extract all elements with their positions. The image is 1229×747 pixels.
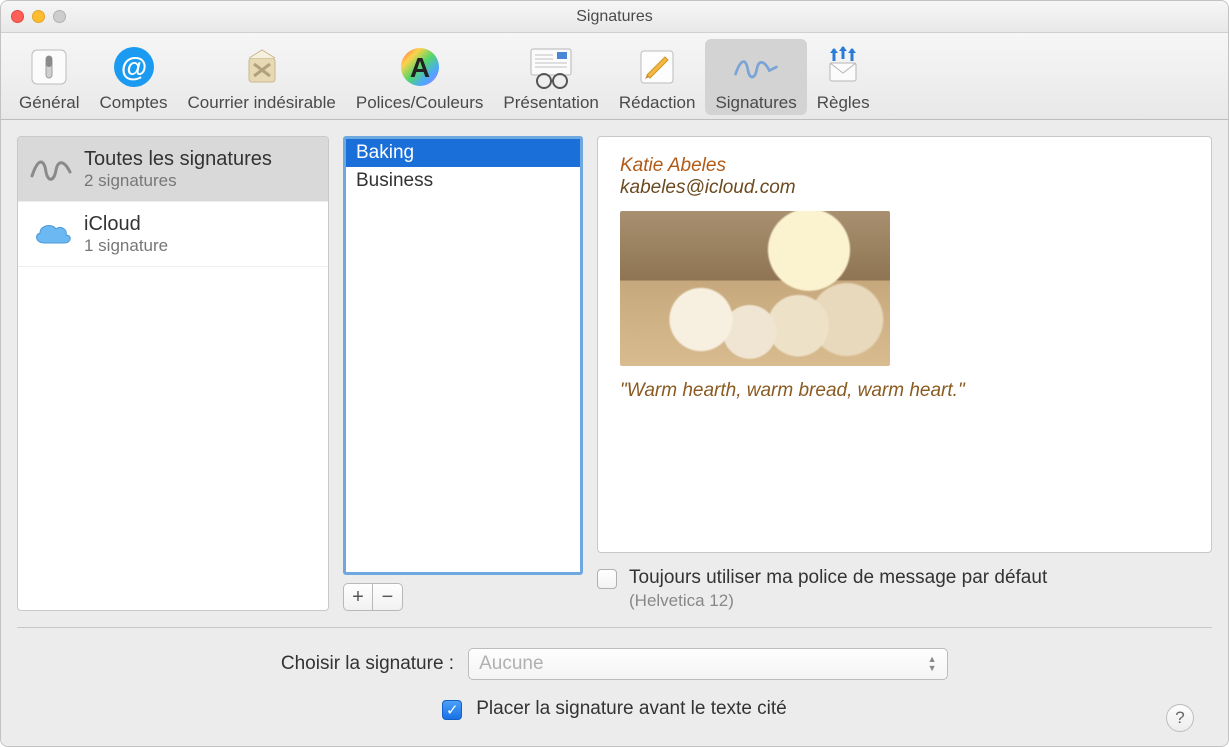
titlebar: Signatures	[1, 1, 1228, 33]
signatures-icon	[732, 43, 780, 91]
popup-value: Aucune	[479, 653, 543, 675]
rules-icon	[819, 43, 867, 91]
accounts-all-signatures[interactable]: Toutes les signatures 2 signatures	[18, 137, 328, 202]
remove-signature-button[interactable]: −	[373, 583, 403, 611]
place-before-row: ✓ Placer la signature avant le texte cit…	[442, 698, 787, 720]
signature-icon	[30, 147, 74, 191]
toolbar-item-label: Polices/Couleurs	[356, 93, 484, 113]
place-before-checkbox[interactable]: ✓	[442, 700, 462, 720]
account-title: iCloud	[84, 213, 168, 236]
toolbar-fonts[interactable]: A Polices/Couleurs	[346, 39, 494, 115]
junk-icon	[238, 43, 286, 91]
preferences-window: Signatures Général @ Comptes	[0, 0, 1229, 747]
default-font-checkbox[interactable]	[597, 569, 617, 589]
icloud-icon	[30, 212, 74, 256]
viewing-icon	[527, 43, 575, 91]
prefs-toolbar: Général @ Comptes Courrier indésirabl	[1, 33, 1228, 120]
help-button[interactable]: ?	[1166, 704, 1194, 732]
footer: Choisir la signature : Aucune ▲▼ ✓ Place…	[17, 627, 1212, 746]
accounts-icloud[interactable]: iCloud 1 signature	[18, 202, 328, 267]
accounts-list[interactable]: Toutes les signatures 2 signatures iClou…	[17, 136, 329, 611]
account-texts: Toutes les signatures 2 signatures	[84, 148, 272, 191]
place-before-label: Placer la signature avant le texte cité	[476, 698, 787, 720]
signature-list-column: Baking Business + −	[343, 136, 583, 611]
toolbar-item-label: Courrier indésirable	[188, 93, 336, 113]
signature-preview[interactable]: Katie Abeles kabeles@icloud.com "Warm he…	[597, 136, 1212, 553]
add-signature-button[interactable]: +	[343, 583, 373, 611]
toolbar-item-label: Rédaction	[619, 93, 696, 113]
toolbar-item-label: Règles	[817, 93, 870, 113]
default-font-detail: (Helvetica 12)	[629, 591, 1047, 611]
preview-column: Katie Abeles kabeles@icloud.com "Warm he…	[597, 136, 1212, 611]
default-font-texts: Toujours utiliser ma police de message p…	[629, 567, 1047, 611]
account-subtitle: 1 signature	[84, 236, 168, 256]
traffic-lights	[11, 10, 66, 23]
default-font-row: Toujours utiliser ma police de message p…	[597, 567, 1212, 611]
add-remove-buttons: + −	[343, 583, 583, 611]
account-subtitle: 2 signatures	[84, 171, 272, 191]
toolbar-viewing[interactable]: Présentation	[493, 39, 608, 115]
preview-image	[620, 211, 890, 366]
choose-signature-row: Choisir la signature : Aucune ▲▼	[281, 648, 948, 680]
preview-email: kabeles@icloud.com	[620, 177, 1189, 199]
help-icon: ?	[1175, 708, 1184, 728]
preview-name: Katie Abeles	[620, 155, 1189, 177]
account-title: Toutes les signatures	[84, 148, 272, 171]
signature-item-baking[interactable]: Baking	[346, 139, 580, 167]
toolbar-item-label: Signatures	[715, 93, 796, 113]
toolbar-signatures[interactable]: Signatures	[705, 39, 806, 115]
signature-item-business[interactable]: Business	[346, 167, 580, 195]
toolbar-general[interactable]: Général	[9, 39, 89, 115]
window-title: Signatures	[1, 8, 1228, 26]
accounts-icon: @	[110, 43, 158, 91]
panels-row: Toutes les signatures 2 signatures iClou…	[17, 136, 1212, 611]
signature-list[interactable]: Baking Business	[343, 136, 583, 575]
choose-signature-label: Choisir la signature :	[281, 653, 454, 675]
toolbar-rules[interactable]: Règles	[807, 39, 880, 115]
content-area: Toutes les signatures 2 signatures iClou…	[1, 120, 1228, 746]
toolbar-item-label: Présentation	[503, 93, 598, 113]
account-texts: iCloud 1 signature	[84, 213, 168, 256]
composing-icon	[633, 43, 681, 91]
close-button[interactable]	[11, 10, 24, 23]
default-font-label: Toujours utiliser ma police de message p…	[629, 567, 1047, 589]
popup-arrows-icon: ▲▼	[923, 652, 941, 676]
toolbar-composing[interactable]: Rédaction	[609, 39, 706, 115]
fonts-icon: A	[396, 43, 444, 91]
minimize-button[interactable]	[32, 10, 45, 23]
svg-text:A: A	[410, 52, 430, 83]
toolbar-item-label: Général	[19, 93, 79, 113]
maximize-button[interactable]	[53, 10, 66, 23]
toolbar-junk[interactable]: Courrier indésirable	[178, 39, 346, 115]
svg-text:@: @	[120, 52, 146, 82]
general-icon	[25, 43, 73, 91]
preview-quote: "Warm hearth, warm bread, warm heart."	[620, 380, 1189, 402]
choose-signature-popup[interactable]: Aucune ▲▼	[468, 648, 948, 680]
toolbar-accounts[interactable]: @ Comptes	[89, 39, 177, 115]
toolbar-item-label: Comptes	[99, 93, 167, 113]
